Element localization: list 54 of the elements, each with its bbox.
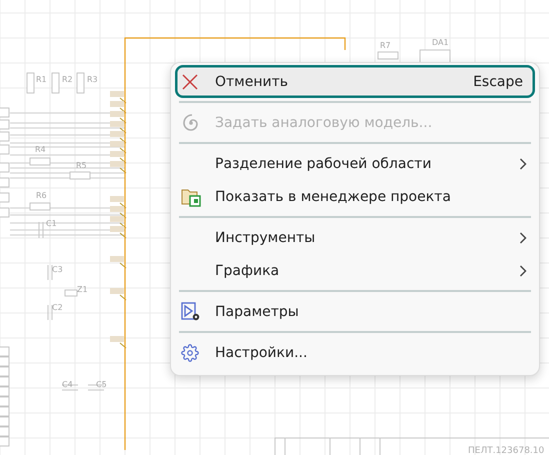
shortcut-label: Escape	[473, 74, 523, 90]
pin-stub	[110, 206, 126, 218]
component-label: C5	[96, 380, 107, 389]
capacitor-symbol	[38, 222, 44, 238]
component-label: Z1	[77, 285, 88, 294]
menu-item[interactable]: Настройки...	[175, 336, 535, 369]
menu-item[interactable]: Графика	[175, 254, 535, 287]
component-label: C4	[62, 380, 73, 389]
pin-stub	[110, 256, 126, 268]
resistor-symbol	[30, 202, 50, 210]
component-label: C3	[52, 265, 63, 274]
resistor-symbol	[52, 72, 60, 94]
resistor-symbol	[378, 52, 398, 60]
capacitor-symbol	[48, 304, 52, 320]
resistor-symbol	[76, 72, 84, 94]
pin-stub	[110, 141, 126, 154]
spiral-icon	[181, 112, 201, 132]
close-icon	[181, 72, 199, 90]
menu-item[interactable]: Инструменты	[175, 221, 535, 254]
resistor-symbol	[70, 172, 90, 180]
crystal-symbol	[64, 290, 78, 296]
component-label: C1	[46, 219, 57, 228]
play-gear-icon	[181, 302, 201, 322]
pin-stub	[110, 91, 126, 104]
menu-item[interactable]: Разделение рабочей области	[175, 147, 535, 180]
capacitor-symbol	[48, 264, 52, 280]
component-label: DA1	[432, 38, 449, 47]
component-label: R7	[380, 41, 391, 50]
component-label: C2	[52, 303, 63, 312]
settings-icon	[181, 344, 199, 362]
component-label: R6	[36, 191, 47, 200]
resistor-symbol	[30, 158, 50, 166]
pin-stub	[110, 161, 126, 174]
component-label: R3	[87, 75, 98, 84]
pin-stub	[110, 131, 126, 144]
resistor-symbol	[26, 72, 34, 94]
component-label: R4	[35, 145, 46, 154]
document-code: ПЕЛТ.123678.10	[468, 446, 544, 455]
pin-stub	[110, 196, 126, 208]
pin-stub	[110, 336, 126, 348]
menu-item[interactable]: Отменить Escape	[175, 65, 535, 98]
pin-stub	[110, 226, 126, 238]
pin-stub	[110, 288, 126, 300]
component-label: R1	[36, 75, 47, 84]
pin-stub	[110, 101, 126, 114]
folder-icon	[181, 186, 201, 206]
menu-item[interactable]: Параметры	[175, 295, 535, 328]
pin-stub	[110, 121, 126, 134]
pin-stub	[110, 216, 126, 228]
pin-stub	[110, 111, 126, 124]
menu-item[interactable]: Показать в менеджере проекта	[175, 180, 535, 213]
pin-stub	[110, 151, 126, 164]
component-label: R5	[76, 161, 87, 170]
component-label: R2	[62, 75, 73, 84]
